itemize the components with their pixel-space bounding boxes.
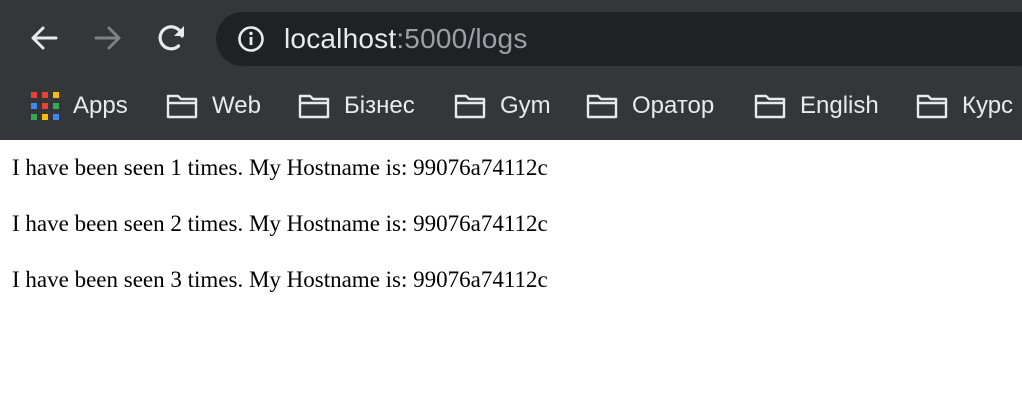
forward-button[interactable] bbox=[88, 18, 128, 58]
browser-chrome: localhost:5000/logs Apps Web Бізнес Gym … bbox=[0, 0, 1022, 140]
bookmarks-bar: Apps Web Бізнес Gym Оратор English Курс bbox=[0, 78, 1022, 140]
folder-icon bbox=[298, 93, 330, 119]
folder-icon bbox=[454, 93, 486, 119]
folder-icon bbox=[916, 93, 948, 119]
log-line: I have been seen 2 times. My Hostname is… bbox=[12, 211, 548, 236]
url-host: localhost bbox=[284, 23, 397, 54]
apps-grid-icon bbox=[31, 92, 59, 120]
arrow-left-icon bbox=[31, 26, 58, 50]
folder-icon bbox=[754, 93, 786, 119]
bookmark-folder-kurs[interactable]: Курс bbox=[916, 90, 1013, 122]
url-text[interactable]: localhost:5000/logs bbox=[284, 23, 528, 55]
back-button[interactable] bbox=[24, 18, 64, 58]
page-content: I have been seen 1 times. My Hostname is… bbox=[0, 140, 1022, 414]
bookmark-apps[interactable]: Apps bbox=[31, 90, 128, 122]
bookmark-folder-orator[interactable]: Оратор bbox=[586, 90, 714, 122]
browser-toolbar: localhost:5000/logs bbox=[0, 0, 1022, 78]
bookmark-label: English bbox=[800, 92, 879, 119]
bookmark-label: Apps bbox=[73, 92, 128, 119]
log-line: I have been seen 3 times. My Hostname is… bbox=[12, 267, 548, 292]
folder-icon bbox=[586, 93, 618, 119]
bookmark-label: Gym bbox=[500, 92, 551, 119]
bookmark-folder-gym[interactable]: Gym bbox=[454, 90, 551, 122]
address-bar[interactable]: localhost:5000/logs bbox=[216, 12, 1022, 66]
bookmark-folder-web[interactable]: Web bbox=[166, 90, 261, 122]
info-icon[interactable] bbox=[237, 25, 265, 53]
bookmark-folder-english[interactable]: English bbox=[754, 90, 879, 122]
bookmark-label: Курс bbox=[962, 92, 1014, 119]
reload-button[interactable] bbox=[152, 18, 192, 58]
arrow-right-icon bbox=[94, 26, 121, 50]
reload-icon bbox=[158, 25, 184, 51]
bookmark-folder-biznes[interactable]: Бізнес bbox=[298, 90, 415, 122]
bookmark-label: Оратор bbox=[632, 92, 715, 119]
log-line: I have been seen 1 times. My Hostname is… bbox=[12, 155, 548, 180]
url-path: :5000/logs bbox=[396, 23, 528, 54]
bookmark-label: Web bbox=[212, 92, 261, 119]
bookmark-label: Бізнес bbox=[344, 92, 415, 119]
folder-icon bbox=[166, 93, 198, 119]
